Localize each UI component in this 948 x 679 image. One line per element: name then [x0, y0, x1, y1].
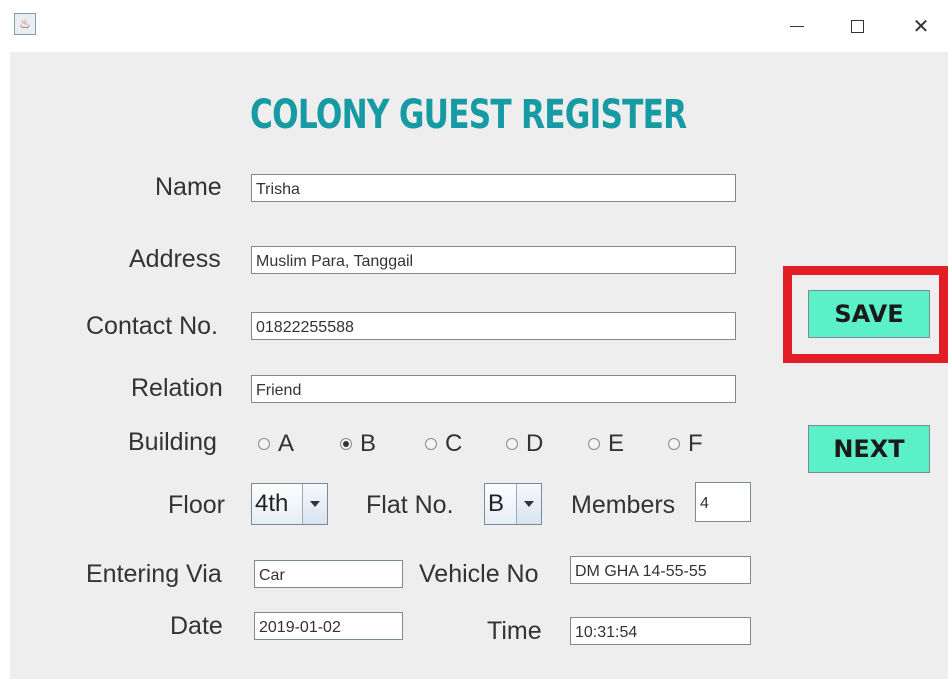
floor-label: Floor — [168, 491, 225, 519]
contact-field[interactable] — [251, 312, 736, 340]
entering-via-label: Entering Via — [86, 560, 222, 588]
contact-label: Contact No. — [86, 312, 219, 340]
next-button[interactable]: NEXT — [808, 425, 930, 473]
members-label: Members — [571, 491, 676, 519]
page-title: COLONY GUEST REGISTER — [250, 92, 687, 138]
building-radio-c[interactable]: C — [425, 430, 462, 458]
close-icon[interactable]: ✕ — [898, 8, 944, 44]
date-label: Date — [170, 612, 223, 640]
name-label: Name — [155, 173, 222, 201]
floor-select[interactable]: 4th — [251, 483, 328, 525]
relation-label: Relation — [131, 374, 223, 402]
title-bar: ♨ ✕ — [0, 0, 948, 52]
building-radio-a[interactable]: A — [258, 430, 294, 458]
members-field[interactable] — [695, 482, 751, 522]
vehicle-no-label: Vehicle No — [419, 560, 539, 588]
address-field[interactable] — [251, 246, 736, 274]
save-button[interactable]: SAVE — [808, 290, 930, 338]
address-label: Address — [129, 245, 221, 273]
java-app-icon[interactable]: ♨ — [14, 13, 36, 35]
entering-via-field[interactable] — [254, 560, 403, 588]
vehicle-no-field[interactable] — [570, 556, 751, 584]
relation-field[interactable] — [251, 375, 736, 403]
building-radio-e[interactable]: E — [588, 430, 624, 458]
flat-no-label: Flat No. — [366, 491, 454, 519]
building-radio-b[interactable]: B — [340, 430, 376, 458]
name-field[interactable] — [251, 174, 736, 202]
building-label: Building — [128, 428, 217, 456]
building-radio-f[interactable]: F — [668, 430, 703, 458]
date-field[interactable] — [254, 612, 403, 640]
building-radio-d[interactable]: D — [506, 430, 543, 458]
time-label: Time — [487, 617, 542, 645]
flat-no-select[interactable]: B — [484, 483, 542, 525]
chevron-down-icon[interactable] — [516, 484, 541, 524]
minimize-icon[interactable] — [774, 8, 820, 44]
maximize-icon[interactable] — [834, 8, 880, 44]
time-field[interactable] — [570, 617, 751, 645]
chevron-down-icon[interactable] — [302, 484, 327, 524]
